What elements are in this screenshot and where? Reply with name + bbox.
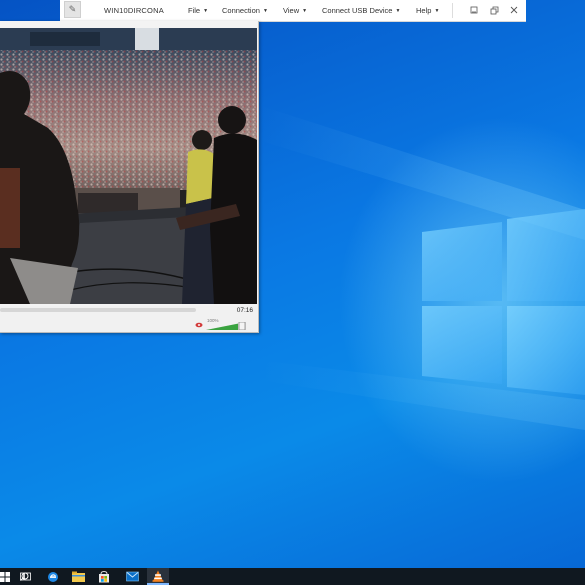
task-view-icon[interactable] <box>14 568 36 585</box>
media-player-window[interactable]: 07:16 100% <box>0 21 259 333</box>
seek-track[interactable] <box>0 308 196 312</box>
chevron-down-icon: ▼ <box>395 8 401 14</box>
menu-view-label: View <box>283 6 300 15</box>
menu-connect-usb-device[interactable]: Connect USB Device ▼ <box>322 6 400 15</box>
taskbar <box>0 568 585 585</box>
mail-icon[interactable] <box>121 568 143 585</box>
menu-view[interactable]: View ▼ <box>283 6 307 15</box>
file-explorer-icon[interactable] <box>67 568 89 585</box>
menu-file[interactable]: File ▼ <box>188 6 208 15</box>
chevron-down-icon: ▼ <box>302 8 308 14</box>
menu-file-label: File <box>188 6 201 15</box>
host-name: WIN10DIRCONA <box>104 6 164 15</box>
menu-connection[interactable]: Connection ▼ <box>222 6 268 15</box>
store-icon[interactable] <box>93 568 115 585</box>
vlc-icon[interactable] <box>147 568 169 585</box>
video-frame[interactable] <box>0 28 257 304</box>
chevron-down-icon: ▼ <box>434 8 440 14</box>
remote-desktop-toolbar: ✎ WIN10DIRCONA File ▼ Connection ▼ View ▼ C… <box>60 0 526 22</box>
menu-help[interactable]: Help ▼ <box>416 6 439 15</box>
minimize-icon[interactable] <box>468 4 480 16</box>
menu-connect-usb-label: Connect USB Device <box>322 6 393 15</box>
restore-icon[interactable] <box>488 4 500 16</box>
menu-help-label: Help <box>416 6 432 15</box>
elapsed-time: 07:16 <box>236 307 253 314</box>
player-controls: 100% <box>0 318 257 332</box>
menu-connection-label: Connection <box>222 6 260 15</box>
chevron-down-icon: ▼ <box>262 8 268 14</box>
chevron-down-icon: ▼ <box>203 8 209 14</box>
concert-video-image <box>0 28 257 304</box>
pin-icon[interactable]: ✎ <box>64 1 81 18</box>
edge-icon[interactable] <box>42 568 64 585</box>
toolbar-divider <box>452 3 453 18</box>
volume-slider[interactable] <box>206 322 246 330</box>
speaker-icon[interactable] <box>195 322 203 328</box>
close-icon[interactable] <box>508 4 520 16</box>
